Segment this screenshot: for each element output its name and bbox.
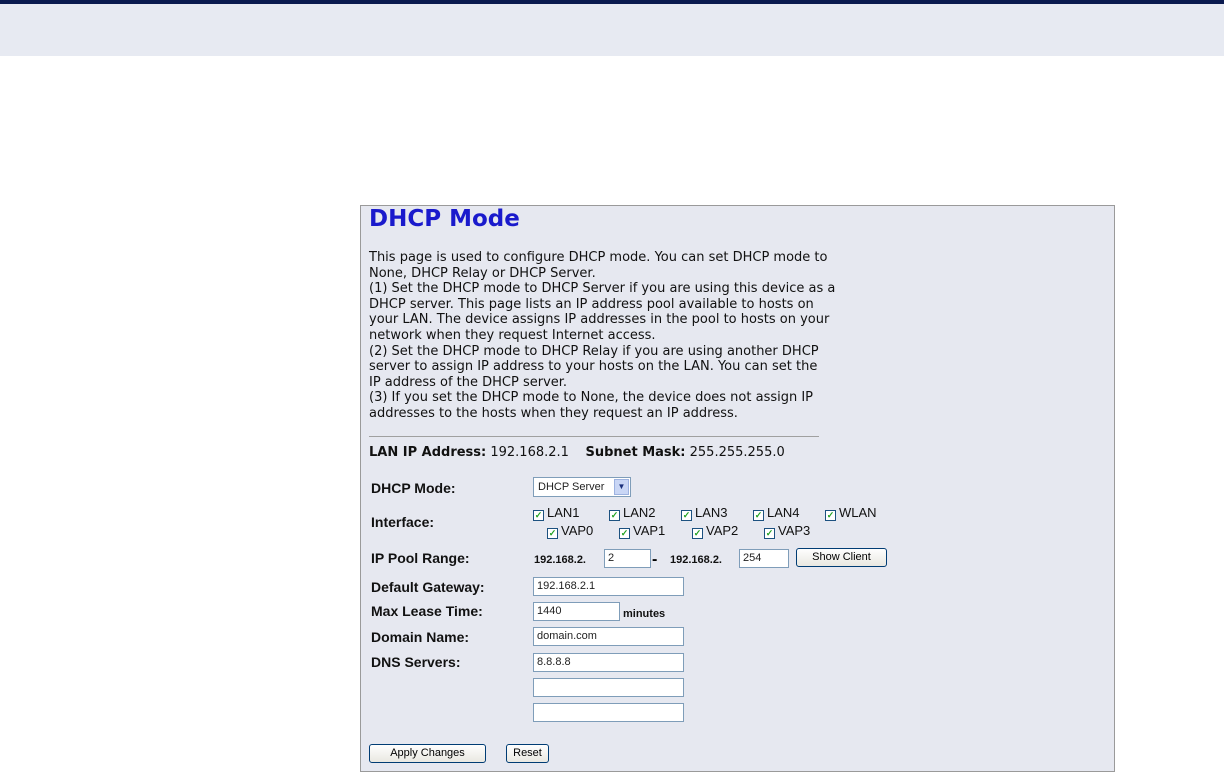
pool-range-separator: - <box>652 551 658 568</box>
interface-label-lan4: LAN4 <box>767 505 800 520</box>
interface-label: Interface: <box>371 514 435 530</box>
interface-checkbox-lan3[interactable]: ✓ LAN3 <box>681 505 728 521</box>
interface-label-vap2: VAP2 <box>706 523 739 538</box>
interface-checkbox-wlan[interactable]: ✓ WLAN <box>825 505 877 521</box>
description-line: This page is used to configure DHCP mode… <box>369 250 828 265</box>
interface-checkbox-vap1[interactable]: ✓ VAP1 <box>619 523 665 539</box>
domain-name-label: Domain Name: <box>371 629 470 645</box>
check-icon[interactable]: ✓ <box>764 528 775 539</box>
interface-label-vap3: VAP3 <box>778 523 811 538</box>
dhcp-mode-value: DHCP Server <box>538 481 605 493</box>
description-line: IP address of the DHCP server. <box>369 374 568 390</box>
header-band <box>0 4 1224 56</box>
interface-checkbox-lan4[interactable]: ✓ LAN4 <box>753 505 800 521</box>
interface-label-lan3: LAN3 <box>695 505 728 520</box>
max-lease-time-label: Max Lease Time: <box>371 603 483 619</box>
lan-ip-label: LAN IP Address: <box>369 445 487 460</box>
subnet-mask-label: Subnet Mask: <box>585 445 686 460</box>
chevron-down-icon[interactable]: ▼ <box>614 479 629 495</box>
interface-checkbox-lan2[interactable]: ✓ LAN2 <box>609 505 656 521</box>
description-line: your LAN. The device assigns IP addresse… <box>369 312 830 328</box>
dns-servers-label: DNS Servers: <box>371 654 461 670</box>
check-icon[interactable]: ✓ <box>619 528 630 539</box>
description-line: (2) Set the DHCP mode to DHCP Relay if y… <box>369 343 819 359</box>
dns-server-1-input[interactable]: 8.8.8.8 <box>533 653 684 672</box>
default-gateway-input[interactable]: 192.168.2.1 <box>533 577 684 596</box>
apply-changes-button[interactable]: Apply Changes <box>369 744 486 763</box>
interface-label-vap1: VAP1 <box>633 523 666 538</box>
interface-checkbox-vap0[interactable]: ✓ VAP0 <box>547 523 593 539</box>
description-line: addresses to the hosts when they request… <box>369 405 738 421</box>
dns-server-2-input[interactable] <box>533 678 684 697</box>
pool-end-prefix: 192.168.2. <box>670 554 722 566</box>
dhcp-mode-label: DHCP Mode: <box>371 480 456 496</box>
lease-unit: minutes <box>623 608 666 620</box>
pool-start-prefix: 192.168.2. <box>534 554 586 566</box>
interface-label-vap0: VAP0 <box>561 523 594 538</box>
check-icon[interactable]: ✓ <box>825 510 836 521</box>
page-description: This page is used to configure DHCP mode… <box>369 250 914 422</box>
interface-label-lan1: LAN1 <box>547 505 580 520</box>
lan-info: LAN IP Address: 192.168.2.1 Subnet Mask:… <box>369 445 785 460</box>
dns-server-3-input[interactable] <box>533 703 684 722</box>
section-divider <box>369 436 819 437</box>
check-icon[interactable]: ✓ <box>692 528 703 539</box>
page-title: DHCP Mode <box>369 206 520 232</box>
check-icon[interactable]: ✓ <box>681 510 692 521</box>
show-client-button[interactable]: Show Client <box>796 548 887 567</box>
interface-checkbox-vap2[interactable]: ✓ VAP2 <box>692 523 738 539</box>
description-line: server to assign IP address to your host… <box>369 359 818 375</box>
interface-label-wlan: WLAN <box>839 505 877 520</box>
lan-ip-value: 192.168.2.1 <box>490 445 569 460</box>
ip-pool-label: IP Pool Range: <box>371 550 470 566</box>
interface-checkbox-vap3[interactable]: ✓ VAP3 <box>764 523 810 539</box>
check-icon[interactable]: ✓ <box>533 510 544 521</box>
check-icon[interactable]: ✓ <box>547 528 558 539</box>
description-line: None, DHCP Relay or DHCP Server. <box>369 265 596 281</box>
check-icon[interactable]: ✓ <box>609 510 620 521</box>
description-line: DHCP server. This page lists an IP addre… <box>369 296 814 312</box>
description-line: (1) Set the DHCP mode to DHCP Server if … <box>369 281 836 297</box>
reset-button[interactable]: Reset <box>506 744 549 763</box>
dhcp-mode-panel: DHCP Mode This page is used to configure… <box>360 205 1115 772</box>
interface-label-lan2: LAN2 <box>623 505 656 520</box>
description-line: network when they request Internet acces… <box>369 327 656 343</box>
default-gateway-label: Default Gateway: <box>371 579 485 595</box>
interface-checkbox-lan1[interactable]: ✓ LAN1 <box>533 505 580 521</box>
max-lease-time-input[interactable]: 1440 <box>533 602 620 621</box>
pool-end-input[interactable]: 254 <box>739 549 789 568</box>
domain-name-input[interactable]: domain.com <box>533 627 684 646</box>
subnet-mask-value: 255.255.255.0 <box>689 445 785 460</box>
pool-start-input[interactable]: 2 <box>604 549 651 568</box>
description-line: (3) If you set the DHCP mode to None, th… <box>369 390 814 406</box>
check-icon[interactable]: ✓ <box>753 510 764 521</box>
dhcp-mode-select[interactable]: DHCP Server ▼ <box>533 477 631 497</box>
